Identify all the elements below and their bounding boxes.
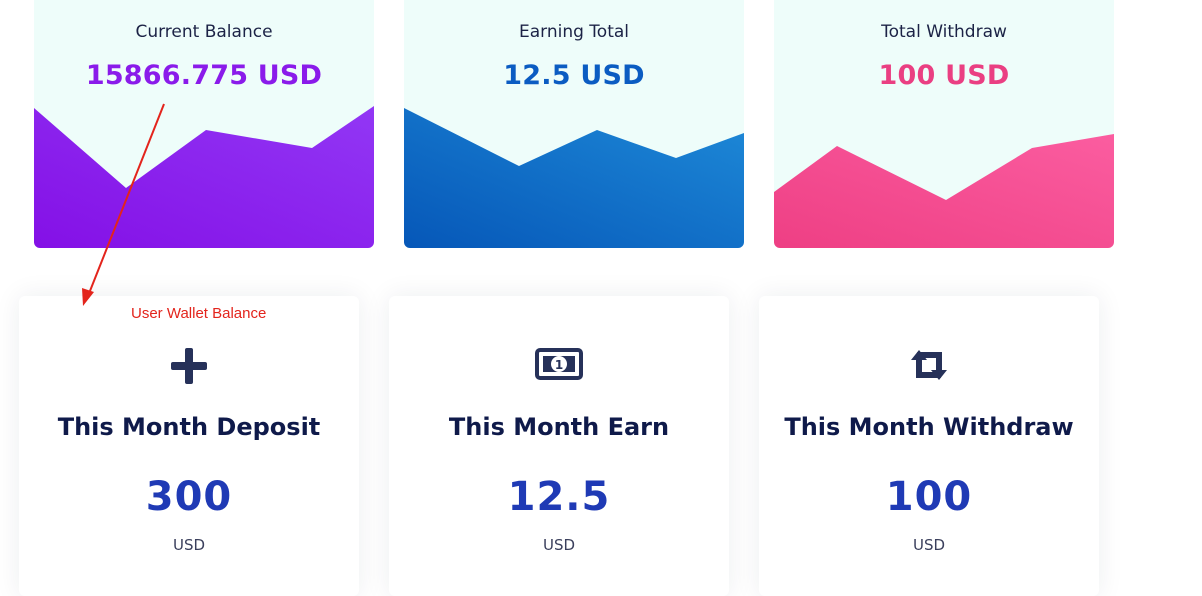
month-deposit-card: This Month Deposit 300 USD	[19, 296, 359, 596]
month-deposit-unit: USD	[172, 536, 206, 554]
month-withdraw-title: This Month Withdraw	[784, 413, 1074, 441]
earning-total-title: Earning Total	[518, 22, 630, 42]
annotation-label: User Wallet Balance	[131, 305, 267, 322]
retweet-icon	[759, 348, 1099, 388]
month-deposit-value: 300	[145, 474, 233, 520]
earning-total-value: 12.5 USD	[503, 60, 645, 91]
current-balance-title: Current Balance	[135, 22, 273, 42]
month-earn-unit: USD	[542, 536, 576, 554]
month-withdraw-unit: USD	[912, 536, 946, 554]
plus-icon	[19, 348, 359, 388]
money-bill-icon: 1	[389, 348, 729, 388]
month-withdraw-value: 100	[885, 474, 973, 520]
total-withdraw-title: Total Withdraw	[881, 22, 1007, 42]
month-withdraw-card: This Month Withdraw 100 USD	[759, 296, 1099, 596]
month-earn-title: This Month Earn	[448, 413, 670, 441]
current-balance-value: 15866.775 USD	[85, 60, 323, 91]
total-withdraw-card: Total Withdraw 100 USD	[774, 0, 1114, 248]
current-balance-card: Current Balance 15866.775 USD	[34, 0, 374, 248]
month-deposit-title: This Month Deposit	[57, 413, 321, 441]
earning-total-card: Earning Total 12.5 USD	[404, 0, 744, 248]
total-withdraw-value: 100 USD	[878, 60, 1010, 91]
svg-text:1: 1	[555, 358, 563, 372]
month-earn-card: 1 This Month Earn 12.5 USD	[389, 296, 729, 596]
month-earn-value: 12.5	[507, 474, 611, 520]
